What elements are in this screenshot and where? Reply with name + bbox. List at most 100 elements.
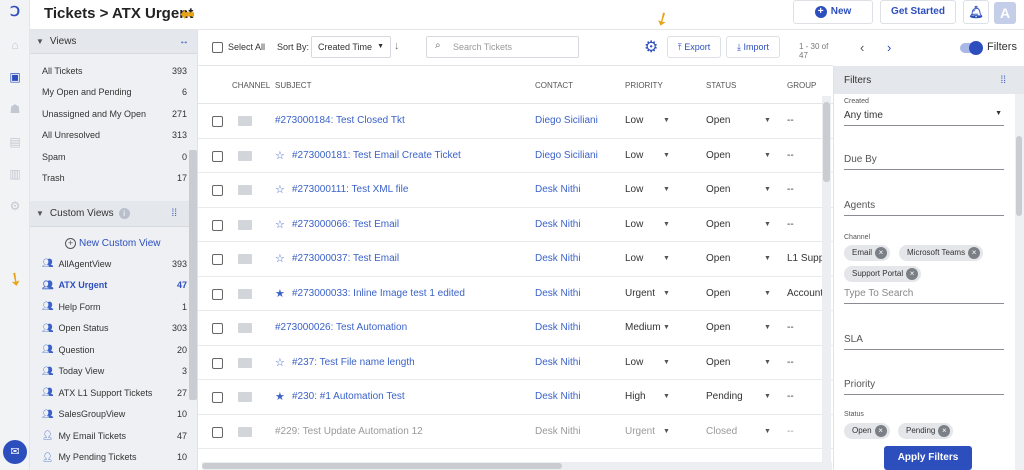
ticket-subject-link[interactable]: #273000184: Test Closed Tkt	[275, 115, 405, 126]
due-by-field[interactable]: Due By	[844, 154, 1004, 170]
status-select[interactable]: Open	[706, 322, 730, 333]
export-button[interactable]: ⤒ Export	[667, 36, 721, 58]
contact-link[interactable]: Diego Siciliani	[535, 150, 598, 161]
status-select[interactable]: Open	[706, 184, 730, 195]
contact-link[interactable]: Diego Siciliani	[535, 115, 598, 126]
import-button[interactable]: ⤓ Import	[726, 36, 780, 58]
caret-down-icon[interactable]: ▼	[764, 428, 771, 435]
row-checkbox[interactable]	[212, 392, 223, 403]
row-checkbox[interactable]	[212, 357, 223, 369]
contact-link[interactable]: Desk Nithi	[535, 184, 581, 195]
row-checkbox[interactable]	[212, 288, 223, 300]
reports-icon[interactable]: ▥	[8, 167, 22, 181]
table-row[interactable]: #273000184: Test Closed Tkt Diego Sicilia…	[198, 104, 833, 139]
caret-down-icon[interactable]: ▼	[764, 117, 771, 124]
custom-view-item[interactable]: 👥︎ Today View 3	[30, 361, 197, 383]
row-checkbox[interactable]	[212, 150, 223, 162]
custom-view-item[interactable]: 👥︎ AllAgentView 393	[30, 253, 197, 275]
star-outline-icon[interactable]: ☆	[275, 149, 285, 162]
list-vertical-scrollbar[interactable]	[822, 96, 831, 470]
contact-link[interactable]: Desk Nithi	[535, 357, 581, 368]
caret-down-icon[interactable]: ▼	[663, 186, 670, 193]
status-select[interactable]: Pending	[706, 391, 743, 402]
channel-chip[interactable]: Email ×	[844, 245, 891, 261]
caret-down-icon[interactable]: ▼	[663, 117, 670, 124]
contacts-icon[interactable]: ☗	[8, 102, 22, 116]
ticket-subject-link[interactable]: #273000181: Test Email Create Ticket	[292, 150, 461, 161]
gear-icon[interactable]: ⚙	[644, 37, 658, 57]
row-checkbox[interactable]	[212, 254, 223, 265]
ticket-subject-link[interactable]: #230: #1 Automation Test	[292, 391, 405, 402]
caret-down-icon[interactable]: ▼	[663, 428, 670, 435]
chat-icon[interactable]: ✉	[3, 440, 27, 464]
table-row[interactable]: ☆ #273000037: Test Email Desk Nithi Low ▼ Ope…	[198, 242, 833, 277]
table-row[interactable]: #273000026: Test Automation Desk Nithi Med…	[198, 311, 833, 346]
caret-down-icon[interactable]: ▼	[764, 221, 771, 228]
tickets-icon[interactable]: ▣	[8, 70, 22, 84]
view-item[interactable]: My Open and Pending 6	[30, 82, 197, 104]
drag-grid-icon[interactable]: ⁞⁞	[1000, 75, 1006, 86]
caret-down-icon[interactable]: ▼	[764, 393, 771, 400]
view-item[interactable]: All Tickets 393	[30, 60, 197, 82]
drag-grid-icon[interactable]: ⁞⁞	[171, 208, 177, 219]
notifications-button[interactable]: 🔔︎	[963, 0, 989, 24]
custom-view-item[interactable]: 👤︎ My Email Tickets 47	[30, 425, 197, 447]
custom-views-header[interactable]: ▼ Custom Views i ⁞⁞	[30, 201, 197, 227]
ticket-subject-link[interactable]: #273000037: Test Email	[292, 253, 399, 264]
filters-toggle[interactable]	[960, 41, 983, 55]
caret-down-icon[interactable]: ▼	[764, 186, 771, 193]
expand-icon[interactable]: ↔	[179, 36, 189, 47]
caret-down-icon[interactable]: ▼	[663, 255, 670, 262]
row-checkbox[interactable]	[212, 185, 223, 196]
new-button[interactable]: + New	[793, 0, 873, 24]
table-row[interactable]: ☆ #273000111: Test XML file Desk Nithi Low ▼…	[198, 173, 833, 208]
sla-field[interactable]: SLA	[844, 334, 1004, 350]
get-started-button[interactable]: Get Started	[880, 0, 956, 24]
contact-link[interactable]: Desk Nithi	[535, 322, 581, 333]
view-item[interactable]: All Unresolved 313	[30, 125, 197, 147]
status-select[interactable]: Open	[706, 219, 730, 230]
sidebar-scrollbar[interactable]	[189, 150, 197, 400]
sort-direction-icon[interactable]: ↓	[394, 40, 400, 52]
caret-down-icon[interactable]: ▼	[663, 359, 670, 366]
view-item[interactable]: Trash 17	[30, 168, 197, 190]
sort-select[interactable]: Created Time ▼	[311, 36, 391, 58]
channel-chip[interactable]: Microsoft Teams ×	[899, 245, 984, 261]
ticket-subject-link[interactable]: #229: Test Update Automation 12	[275, 426, 423, 437]
caret-down-icon[interactable]: ▼	[764, 324, 771, 331]
ticket-subject-link[interactable]: #273000111: Test XML file	[292, 184, 408, 195]
knowledge-base-icon[interactable]: ▤	[8, 135, 22, 149]
status-select[interactable]: Open	[706, 150, 730, 161]
status-select[interactable]: Closed	[706, 426, 737, 437]
ticket-subject-link[interactable]: #237: Test File name length	[292, 357, 415, 368]
row-checkbox[interactable]	[212, 116, 223, 127]
priority-select[interactable]: Low	[625, 115, 643, 126]
next-page-icon[interactable]: ›	[887, 40, 891, 55]
custom-view-item[interactable]: 👥︎ SalesGroupView 10	[30, 404, 197, 426]
logo-icon[interactable]: Ↄ	[8, 4, 22, 18]
priority-select[interactable]: Low	[625, 219, 643, 230]
star-filled-icon[interactable]: ★	[275, 390, 285, 403]
status-select[interactable]: Open	[706, 357, 730, 368]
contact-link[interactable]: Desk Nithi	[535, 253, 581, 264]
view-item[interactable]: Unassigned and My Open 271	[30, 103, 197, 125]
custom-view-item[interactable]: 👤︎ My Pending Tickets 10	[30, 447, 197, 469]
caret-down-icon[interactable]: ▼	[663, 324, 670, 331]
status-chip[interactable]: Pending ×	[898, 423, 954, 439]
custom-view-item[interactable]: 👥︎ Help Form 1	[30, 296, 197, 318]
contact-link[interactable]: Desk Nithi	[535, 288, 581, 299]
caret-down-icon[interactable]: ▼	[663, 152, 670, 159]
priority-select[interactable]: High	[625, 391, 646, 402]
caret-down-icon[interactable]: ▼	[764, 290, 771, 297]
horizontal-scrollbar[interactable]	[202, 462, 832, 470]
priority-select[interactable]: Low	[625, 357, 643, 368]
table-row[interactable]: ★ #230: #1 Automation Test Desk Nithi High ▼…	[198, 380, 833, 415]
ticket-subject-link[interactable]: #273000026: Test Automation	[275, 322, 407, 333]
created-select[interactable]: Any time ▼	[844, 110, 1004, 126]
priority-select[interactable]: Low	[625, 253, 643, 264]
caret-down-icon[interactable]: ▼	[764, 152, 771, 159]
table-row[interactable]: ☆ #273000066: Test Email Desk Nithi Low ▼ Ope…	[198, 208, 833, 242]
prev-page-icon[interactable]: ‹	[860, 40, 864, 55]
ticket-subject-link[interactable]: #273000033: Inline Image test 1 edited	[292, 288, 465, 299]
priority-select[interactable]: Medium	[625, 322, 661, 333]
